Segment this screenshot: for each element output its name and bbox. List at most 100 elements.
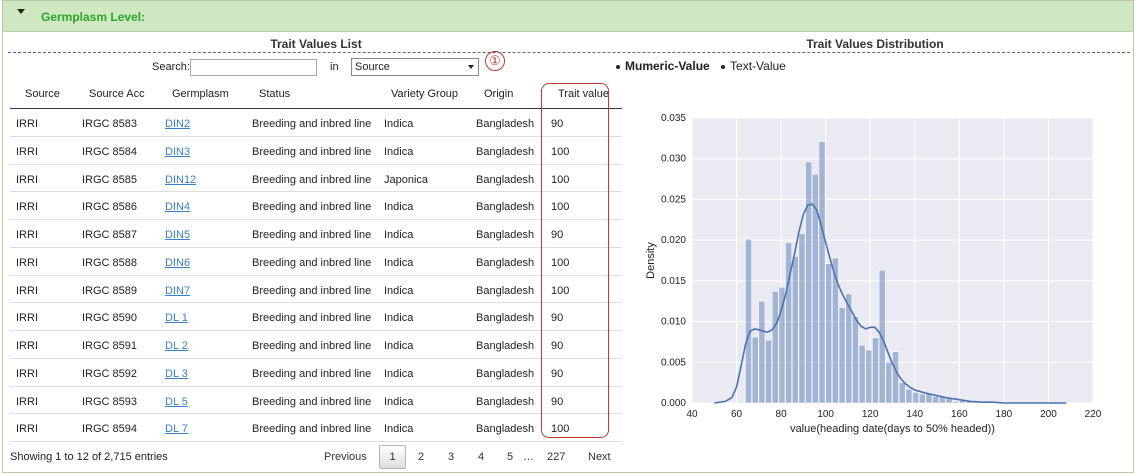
histogram-bar (818, 141, 826, 404)
cell-status: Breeding and inbred line (252, 118, 372, 130)
cell-variety-group: Indica (384, 284, 414, 297)
dropdown-caret-icon (468, 65, 474, 69)
histogram-bar (852, 316, 859, 404)
collapse-triangle-icon[interactable] (17, 9, 25, 14)
cell-source: IRRI (16, 284, 38, 297)
histogram-bar (952, 401, 959, 404)
text-value-option[interactable]: Text-Value (721, 59, 786, 73)
search-label: Search: (152, 61, 190, 73)
germplasm-link[interactable]: DL 1 (165, 312, 188, 324)
last-page-button[interactable]: 227 (547, 451, 565, 463)
page-5-button[interactable]: 5 (507, 451, 513, 463)
cell-origin: Bangladesh (476, 423, 535, 436)
histogram-bar (932, 396, 939, 404)
histogram-bar (885, 362, 893, 404)
x-tick-label: 100 (817, 409, 834, 420)
dashed-divider (8, 52, 1130, 53)
y-tick-label: 0.030 (661, 154, 686, 165)
cell-source-acc: IRGC 8593 (82, 395, 138, 408)
germplasm-link[interactable]: DIN12 (165, 174, 196, 186)
germplasm-link[interactable]: DIN7 (165, 285, 190, 297)
y-tick-label: 0.020 (661, 235, 686, 246)
cell-source-acc: IRGC 8589 (82, 284, 138, 297)
page-2-button[interactable]: 2 (418, 451, 424, 463)
x-tick-label: 140 (906, 409, 923, 420)
histogram-bar (785, 242, 792, 404)
cell-status: Breeding and inbred line (252, 256, 372, 269)
cell-origin: Bangladesh (476, 229, 535, 241)
cell-origin: Bangladesh (476, 201, 535, 214)
table-row: IRRI IRGC 8586 DIN4 Breeding and inbred lin… (10, 192, 622, 220)
histogram-bar (918, 393, 926, 404)
x-tick-label: 200 (1040, 409, 1057, 420)
bullet-icon (721, 64, 726, 69)
column-header-origin[interactable]: Origin (484, 88, 513, 100)
value-type-options: Mumeric-Value Text-Value (616, 59, 794, 73)
search-field-select[interactable]: Source (351, 58, 479, 76)
cell-origin: Bangladesh (476, 284, 535, 297)
trait-distribution-chart: 40 60 80 100 120 140 160 180 200 220 0.000 0.005 0.0… (645, 113, 1102, 435)
histogram-bar (771, 291, 779, 404)
germplasm-link[interactable]: DIN6 (165, 257, 190, 269)
column-header-variety-group[interactable]: Variety Group (391, 88, 458, 100)
histogram-bar (738, 401, 746, 404)
table-row: IRRI IRGC 8594 DL 7 Breeding and inbred lin… (10, 414, 622, 442)
next-button[interactable]: Next (588, 451, 611, 463)
histogram-bar (758, 300, 766, 404)
section-header[interactable]: Germplasm Level: (3, 1, 1133, 32)
column-header-status[interactable]: Status (259, 88, 290, 100)
x-axis-label: value(heading date(days to 50% headed)) (790, 423, 995, 435)
search-input[interactable] (190, 59, 317, 76)
cell-source: IRRI (16, 340, 38, 352)
histogram-bar (805, 161, 812, 404)
cell-source-acc: IRGC 8591 (82, 340, 138, 352)
x-tick-label: 160 (951, 409, 968, 420)
x-tick-label: 40 (686, 409, 698, 420)
cell-source: IRRI (16, 395, 38, 408)
histogram-bar (892, 351, 899, 404)
cell-variety-group: Indica (384, 367, 414, 380)
germplasm-link[interactable]: DL 2 (165, 340, 188, 352)
numeric-value-label: Mumeric-Value (625, 59, 710, 73)
cell-variety-group: Indica (384, 312, 414, 325)
histogram-bar (798, 233, 806, 404)
previous-button[interactable]: Previous (324, 451, 367, 463)
table-row: IRRI IRGC 8591 DL 2 Breeding and inbred lin… (10, 331, 622, 359)
histogram-bar (912, 392, 919, 404)
column-header-source-acc[interactable]: Source Acc (89, 88, 145, 100)
cell-origin: Bangladesh (476, 118, 535, 130)
cell-origin: Bangladesh (476, 145, 535, 158)
germplasm-link[interactable]: DL 3 (165, 368, 188, 380)
select-value: Source (355, 61, 390, 73)
germplasm-link[interactable]: DIN5 (165, 229, 190, 241)
column-header-source[interactable]: Source (25, 88, 60, 100)
histogram-bar (778, 287, 786, 404)
histogram-bar (832, 257, 839, 404)
germplasm-link[interactable]: DIN4 (165, 201, 190, 213)
cell-source: IRRI (16, 229, 38, 241)
germplasm-link[interactable]: DIN3 (165, 146, 190, 158)
cell-source: IRRI (16, 173, 38, 186)
table-row: IRRI IRGC 8585 DIN12 Breeding and inbred li… (10, 165, 622, 193)
germplasm-link[interactable]: DL 7 (165, 423, 188, 435)
cell-status: Breeding and inbred line (252, 395, 372, 408)
column-header-germplasm[interactable]: Germplasm (172, 88, 229, 100)
cell-status: Breeding and inbred line (252, 145, 372, 158)
cell-source: IRRI (16, 312, 38, 325)
page-1-button[interactable]: 1 (379, 445, 406, 469)
cell-origin: Bangladesh (476, 340, 535, 352)
germplasm-link[interactable]: DL 5 (165, 396, 188, 408)
histogram-bar (765, 340, 772, 404)
y-axis-label: Density (645, 242, 657, 279)
page-3-button[interactable]: 3 (448, 451, 454, 463)
cell-variety-group: Indica (384, 229, 414, 241)
cell-status: Breeding and inbred line (252, 340, 372, 352)
germplasm-link[interactable]: DIN2 (165, 118, 190, 130)
page-4-button[interactable]: 4 (478, 451, 484, 463)
section-title: Germplasm Level: (41, 10, 146, 24)
x-tick-label: 180 (996, 409, 1013, 420)
cell-status: Breeding and inbred line (252, 201, 372, 214)
numeric-value-option[interactable]: Mumeric-Value (616, 59, 710, 73)
y-tick-label: 0.015 (661, 276, 686, 287)
cell-status: Breeding and inbred line (252, 423, 372, 436)
